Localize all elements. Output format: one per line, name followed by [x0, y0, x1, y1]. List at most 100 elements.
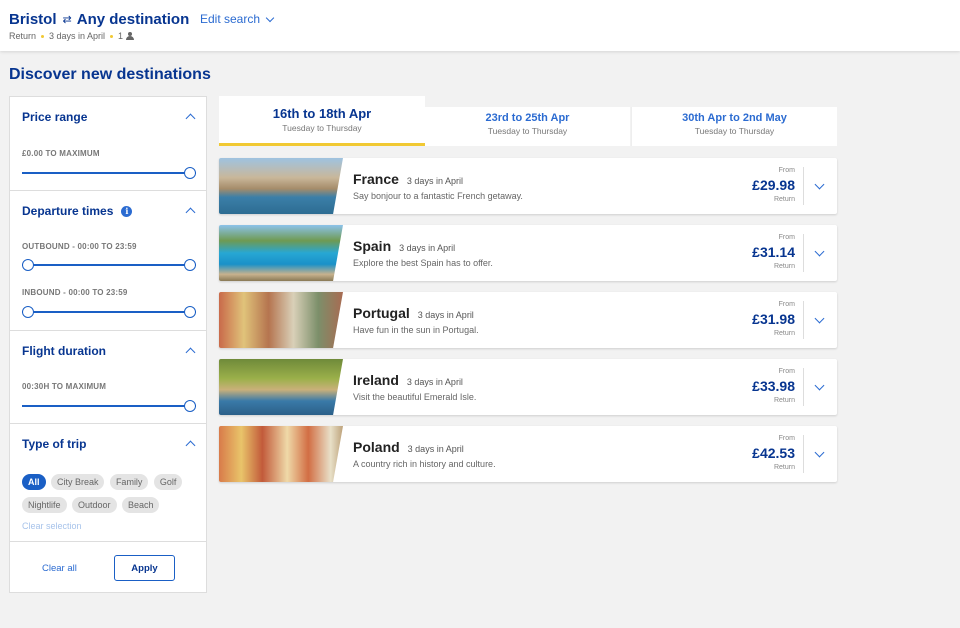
departure-times-label: Departure times: [22, 204, 114, 218]
chevron-down-icon[interactable]: [814, 447, 825, 458]
info-icon[interactable]: i: [121, 205, 133, 217]
tab-23rd-to-25th-apr[interactable]: 23rd to 25th Apr Tuesday to Thursday: [425, 107, 630, 146]
tab-dates: 30th Apr to 2nd May: [682, 112, 787, 124]
trip-type: Return: [9, 31, 37, 41]
price-range-label: £0.00 TO MAXIMUM: [22, 149, 100, 158]
destination-city: Any destination: [76, 11, 190, 28]
chevron-down-icon[interactable]: [814, 380, 825, 391]
destination-price: £42.53: [752, 445, 795, 461]
destination-description: Have fun in the sun in Portugal.: [353, 325, 479, 335]
chip-family[interactable]: Family: [109, 474, 149, 490]
chevron-down-icon[interactable]: [814, 179, 825, 190]
clear-selection-link[interactable]: Clear selection: [22, 521, 82, 531]
price-range-slider[interactable]: [22, 167, 196, 179]
price-return-label: Return: [773, 464, 795, 471]
destination-card-portugal[interactable]: Portugal 3 days in April Have fun in the …: [219, 292, 837, 348]
destination-name-row: Spain 3 days in April: [353, 238, 455, 254]
page-title: Discover new destinations: [9, 66, 211, 83]
destination-name-row: Portugal 3 days in April: [353, 305, 474, 321]
price-return-label: Return: [773, 397, 795, 404]
slider-track: [22, 264, 196, 266]
departure-times-title: Departure times i: [22, 204, 133, 218]
destination-name: Portugal: [353, 305, 410, 321]
destination-name: France: [353, 171, 399, 187]
destination-name-row: Ireland 3 days in April: [353, 372, 463, 388]
chevron-up-icon[interactable]: [185, 113, 196, 124]
destination-duration: 3 days in April: [406, 176, 463, 186]
price-return-label: Return: [773, 263, 795, 270]
edit-search-button[interactable]: Edit search: [200, 12, 275, 26]
outbound-label: OUTBOUND - 00:00 TO 23:59: [22, 242, 137, 251]
slider-thumb-min[interactable]: [22, 259, 34, 271]
flight-duration-slider[interactable]: [22, 400, 196, 412]
destination-name: Spain: [353, 238, 392, 254]
chevron-up-icon[interactable]: [185, 440, 196, 451]
slider-thumb-max[interactable]: [184, 400, 196, 412]
chip-nightlife[interactable]: Nightlife: [22, 497, 67, 513]
clear-all-button[interactable]: Clear all: [42, 563, 77, 574]
slider-thumb-max[interactable]: [184, 259, 196, 271]
date-tabs: 16th to 18th Apr Tuesday to Thursday 23r…: [219, 96, 837, 146]
chevron-down-icon[interactable]: [814, 246, 825, 257]
destination-list: France 3 days in April Say bonjour to a f…: [219, 158, 837, 493]
slider-thumb-max[interactable]: [184, 306, 196, 318]
chip-outdoor[interactable]: Outdoor: [71, 497, 117, 513]
origin-city: Bristol: [9, 11, 57, 28]
person-icon: [126, 32, 135, 40]
slider-thumb-max[interactable]: [184, 167, 196, 179]
apply-button[interactable]: Apply: [114, 555, 175, 581]
destination-card-france[interactable]: France 3 days in April Say bonjour to a f…: [219, 158, 837, 214]
tab-30th-apr-to-2nd-may[interactable]: 30th Apr to 2nd May Tuesday to Thursday: [631, 107, 837, 146]
chip-all[interactable]: All: [22, 474, 46, 490]
separator-dot: [41, 34, 45, 38]
filters-panel: Price range £0.00 TO MAXIMUM Departure t…: [9, 96, 207, 593]
destination-duration: 3 days in April: [399, 243, 456, 253]
destination-price: £31.98: [752, 311, 795, 327]
price-return-label: Return: [773, 196, 795, 203]
destination-duration: 3 days in April: [406, 377, 463, 387]
trip-duration: 3 days in April: [49, 31, 106, 41]
slider-track: [22, 405, 196, 407]
price-range-title: Price range: [22, 110, 88, 124]
tab-days: Tuesday to Thursday: [282, 123, 362, 133]
chip-beach[interactable]: Beach: [121, 497, 160, 513]
destination-name: Ireland: [353, 372, 399, 388]
destination-image: [219, 359, 343, 415]
flight-duration-label: 00:30H TO MAXIMUM: [22, 382, 107, 391]
destination-image: [219, 426, 343, 482]
inbound-time-slider[interactable]: [22, 306, 196, 318]
destination-name: Poland: [353, 439, 400, 455]
slider-thumb-min[interactable]: [22, 306, 34, 318]
destination-description: A country rich in history and culture.: [353, 459, 496, 469]
filter-flight-duration: Flight duration 00:30H TO MAXIMUM: [10, 331, 206, 424]
two-way-arrows-icon: ⇄: [62, 14, 72, 26]
destination-image: [219, 158, 343, 214]
trip-type-chips: All City Break Family Golf Nightlife Out…: [22, 472, 198, 518]
destination-image: [219, 225, 343, 281]
destination-name-row: France 3 days in April: [353, 171, 463, 187]
divider: [803, 167, 804, 205]
destination-card-spain[interactable]: Spain 3 days in April Explore the best Sp…: [219, 225, 837, 281]
destination-card-poland[interactable]: Poland 3 days in April A country rich in …: [219, 426, 837, 482]
chevron-down-icon[interactable]: [814, 313, 825, 324]
price-return-label: Return: [773, 330, 795, 337]
search-summary-bar: Bristol ⇄ Any destination Edit search Re…: [0, 0, 960, 51]
route-summary: Bristol ⇄ Any destination: [9, 11, 189, 28]
price-from-label: From: [778, 368, 795, 375]
inbound-label: INBOUND - 00:00 TO 23:59: [22, 288, 128, 297]
chip-golf[interactable]: Golf: [153, 474, 183, 490]
slider-track: [22, 172, 196, 174]
destination-name-row: Poland 3 days in April: [353, 439, 464, 455]
type-of-trip-title: Type of trip: [22, 437, 87, 451]
destination-duration: 3 days in April: [417, 310, 474, 320]
chip-city-break[interactable]: City Break: [50, 474, 105, 490]
destination-price: £33.98: [752, 378, 795, 394]
chevron-up-icon[interactable]: [185, 207, 196, 218]
destination-price: £31.14: [752, 244, 795, 260]
tab-16th-to-18th-apr[interactable]: 16th to 18th Apr Tuesday to Thursday: [219, 96, 425, 146]
chevron-down-icon: [265, 13, 275, 22]
price-from-label: From: [778, 167, 795, 174]
destination-card-ireland[interactable]: Ireland 3 days in April Visit the beautif…: [219, 359, 837, 415]
outbound-time-slider[interactable]: [22, 259, 196, 271]
chevron-up-icon[interactable]: [185, 347, 196, 358]
